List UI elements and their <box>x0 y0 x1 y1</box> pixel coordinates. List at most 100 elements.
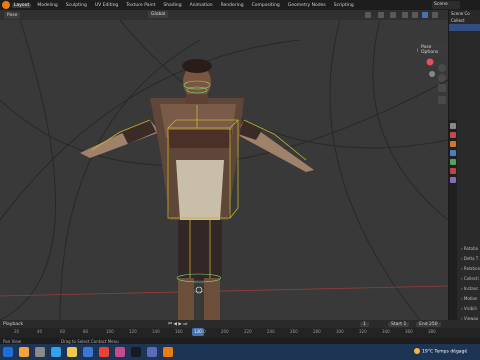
ruler-tick-label: 100 <box>106 329 114 334</box>
ruler-tick-label: 300 <box>336 329 344 334</box>
start-value: 1 <box>403 321 407 327</box>
ruler-tick-label: 160 <box>175 329 183 334</box>
material-tab-icon[interactable] <box>450 168 456 174</box>
scene-selector[interactable]: Scene <box>432 1 460 9</box>
outliner-panel[interactable]: Scene Co Collect <box>448 10 480 120</box>
timeline-panel[interactable]: Playback ⏮ ◀ ▶ ⏭ 1 Start 1 End 250 120 2… <box>0 320 480 338</box>
properties-panel[interactable]: › Rotatio › Delta T › Relation › Collecti › … <box>448 120 480 341</box>
ruler-tick-label: 120 <box>129 329 137 334</box>
properties-section[interactable]: › Visibili <box>461 306 477 311</box>
ruler-tick-label: 180 <box>198 329 206 334</box>
playback-buttons[interactable]: ⏮ ◀ ▶ ⏭ <box>168 321 187 327</box>
outliner-list: Scene Co Collect <box>449 10 480 59</box>
workspace-tab-animation[interactable]: Animation <box>188 3 215 8</box>
start-icon[interactable] <box>3 347 13 357</box>
end-value: 250 <box>429 321 438 327</box>
outliner-row[interactable] <box>449 31 480 38</box>
orientation-dropdown[interactable]: Global <box>148 11 169 18</box>
search-icon[interactable] <box>19 347 29 357</box>
blender-taskbar-icon[interactable] <box>163 347 173 357</box>
xray-icon[interactable] <box>390 12 396 18</box>
start-frame-field[interactable]: Start 1 <box>388 321 410 327</box>
mode-dropdown[interactable]: Pose <box>4 11 21 19</box>
properties-section[interactable]: › Relation <box>461 266 480 271</box>
workspace-tab-modeling[interactable]: Modeling <box>35 3 59 8</box>
properties-section[interactable]: › Instanc <box>461 286 478 291</box>
status-middle: Drag to Select Contact Menu <box>60 338 119 344</box>
ruler-tick-label: 380 <box>428 329 436 334</box>
current-frame-field[interactable]: 1 <box>360 321 369 327</box>
x-axis-line <box>0 285 448 297</box>
outliner-row[interactable]: Scene Co <box>449 10 480 17</box>
viewport-canvas[interactable] <box>0 20 448 320</box>
mail-icon[interactable] <box>83 347 93 357</box>
task-view-icon[interactable] <box>35 347 45 357</box>
status-left: Pan View <box>3 338 21 344</box>
shading-rendered-icon[interactable] <box>422 12 428 18</box>
file-explorer-icon[interactable] <box>67 347 77 357</box>
workspace-tab-layout[interactable]: Layout <box>12 2 32 8</box>
app2-icon[interactable] <box>147 347 157 357</box>
ruler-tick-label: 360 <box>405 329 413 334</box>
pan-icon <box>438 74 446 82</box>
sun-icon <box>414 348 420 354</box>
3d-cursor-icon <box>195 286 203 294</box>
outliner-row[interactable]: Collect <box>449 17 480 24</box>
workspace-tab-compositing[interactable]: Compositing <box>250 3 282 8</box>
object-tab-icon[interactable] <box>450 141 456 147</box>
workspace-tab-texture-paint[interactable]: Texture Paint <box>124 3 157 8</box>
data-tab-icon[interactable] <box>450 159 456 165</box>
properties-section[interactable]: › Rotatio <box>461 246 478 251</box>
properties-tabs <box>449 120 457 320</box>
weather-widget[interactable]: 19°C Temps dégagé <box>414 348 467 355</box>
playback-menu[interactable]: Playback <box>3 322 23 327</box>
ruler-tick-label: 80 <box>83 329 89 334</box>
viewport-header: Pose Global <box>0 10 448 20</box>
ruler-tick-label: 260 <box>290 329 298 334</box>
ruler-tick-label: 340 <box>382 329 390 334</box>
render-tab-icon[interactable] <box>450 132 456 138</box>
character-model[interactable] <box>80 59 314 320</box>
modifier-tab-icon[interactable] <box>450 150 456 156</box>
properties-section[interactable]: › Motion <box>461 296 477 301</box>
workspace-tab-uv-editing[interactable]: UV Editing <box>93 3 120 8</box>
ruler-tick-label: 140 <box>152 329 160 334</box>
outliner-row[interactable] <box>449 52 480 59</box>
viewport-nav-buttons[interactable] <box>438 64 446 104</box>
workspace-tab-rendering[interactable]: Rendering <box>219 3 246 8</box>
constraint-tab-icon[interactable] <box>450 177 456 183</box>
zoom-icon <box>438 64 446 72</box>
3d-viewport[interactable]: Pose Options <box>0 20 448 320</box>
shading-menu-icon[interactable] <box>432 12 438 18</box>
steam-icon[interactable] <box>131 347 141 357</box>
outliner-row[interactable] <box>449 45 480 52</box>
workspace-tab-shading[interactable]: Shading <box>161 3 183 8</box>
blender-logo-icon[interactable] <box>2 1 10 9</box>
chrome-icon[interactable] <box>99 347 109 357</box>
pose-options-button[interactable]: Pose Options <box>418 44 448 56</box>
workspace-tab-geometry-nodes[interactable]: Geometry Nodes <box>286 3 328 8</box>
top-menu-bar: Layout Modeling Sculpting UV Editing Texture… <box>0 0 480 10</box>
workspace-tab-sculpting[interactable]: Sculpting <box>64 3 89 8</box>
properties-section[interactable]: › Collecti <box>461 276 479 281</box>
app-icon[interactable] <box>115 347 125 357</box>
workspace-tab-scripting[interactable]: Scripting <box>332 3 356 8</box>
start-label: Start <box>391 321 402 327</box>
properties-section[interactable]: › Delta T <box>461 256 478 261</box>
os-taskbar: 19°C Temps dégagé <box>0 344 480 360</box>
ruler-tick-label: 20 <box>14 329 20 334</box>
edge-browser-icon[interactable] <box>51 347 61 357</box>
timeline-ruler[interactable]: 120 20 40 60 80 100 120 140 160 180 200 220 240 260 2… <box>0 328 480 338</box>
ruler-tick-label: 240 <box>267 329 275 334</box>
shading-material-icon[interactable] <box>412 12 418 18</box>
shading-solid-icon[interactable] <box>402 12 408 18</box>
outliner-row[interactable] <box>449 38 480 45</box>
workspace-tabs: Layout Modeling Sculpting UV Editing Texture… <box>12 2 356 8</box>
outliner-row[interactable] <box>449 24 480 31</box>
camera-view-icon <box>438 84 446 92</box>
view-icon[interactable] <box>365 12 371 18</box>
overlay-icon[interactable] <box>378 12 384 18</box>
end-frame-field[interactable]: End 250 <box>416 321 441 327</box>
tool-tab-icon[interactable] <box>450 123 456 129</box>
weather-text: 19°C Temps dégagé <box>422 349 468 355</box>
